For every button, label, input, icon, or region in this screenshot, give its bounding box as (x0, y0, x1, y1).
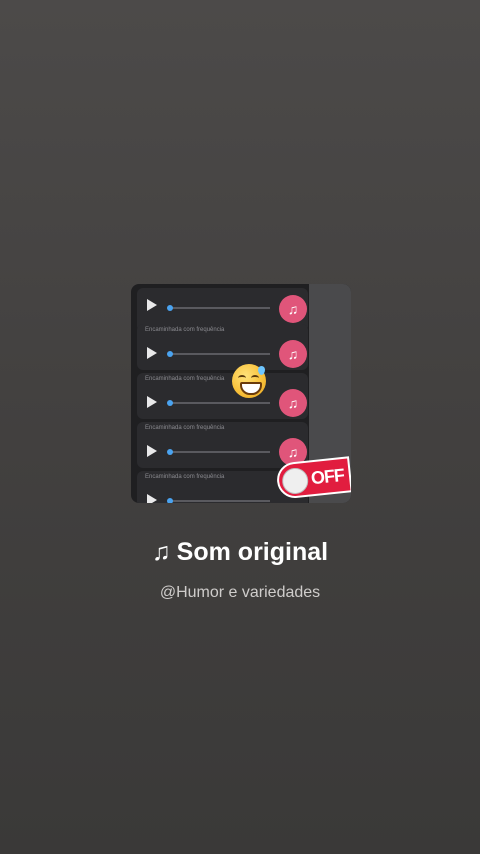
music-note-icon: ♫ (279, 295, 307, 323)
audio-track (170, 353, 270, 355)
sweat-smile-emoji-icon (232, 364, 266, 398)
progress-dot (167, 351, 173, 357)
sound-cover-image[interactable]: ♫ Encaminhada com frequência ♫ Encaminha… (131, 284, 351, 503)
music-note-icon: ♫ (279, 389, 307, 417)
voice-message: Encaminhada com frequência ♫ (137, 324, 308, 370)
play-icon (147, 445, 157, 457)
forwarded-label: Encaminhada com frequência (145, 474, 225, 480)
play-icon (147, 299, 157, 311)
voice-message: Encaminhada com frequência ♫ (137, 422, 308, 468)
audio-track (170, 402, 270, 404)
progress-dot (167, 400, 173, 406)
voice-message: Encaminhada com frequência ♫ (137, 373, 308, 419)
sound-title[interactable]: ♫ Som original (0, 538, 480, 567)
toggle-knob (280, 466, 310, 496)
progress-dot (167, 305, 173, 311)
audio-track (170, 500, 270, 502)
play-icon (147, 494, 157, 503)
play-icon (147, 347, 157, 359)
off-toggle-sticker: OFF (275, 456, 351, 500)
sound-title-text: Som original (176, 538, 329, 566)
music-note-icon: ♫ (279, 340, 307, 368)
audio-track (170, 451, 270, 453)
sticker-text: OFF (309, 464, 345, 489)
music-note-icon: ♫ (151, 538, 171, 566)
play-icon (147, 396, 157, 408)
audio-track (170, 307, 270, 309)
progress-dot (167, 498, 173, 503)
forwarded-label: Encaminhada com frequência (145, 425, 225, 431)
forwarded-label: Encaminhada com frequência (145, 327, 225, 333)
sound-author-link[interactable]: @Humor e variedades (0, 584, 480, 602)
forwarded-label: Encaminhada com frequência (145, 376, 225, 382)
progress-dot (167, 449, 173, 455)
